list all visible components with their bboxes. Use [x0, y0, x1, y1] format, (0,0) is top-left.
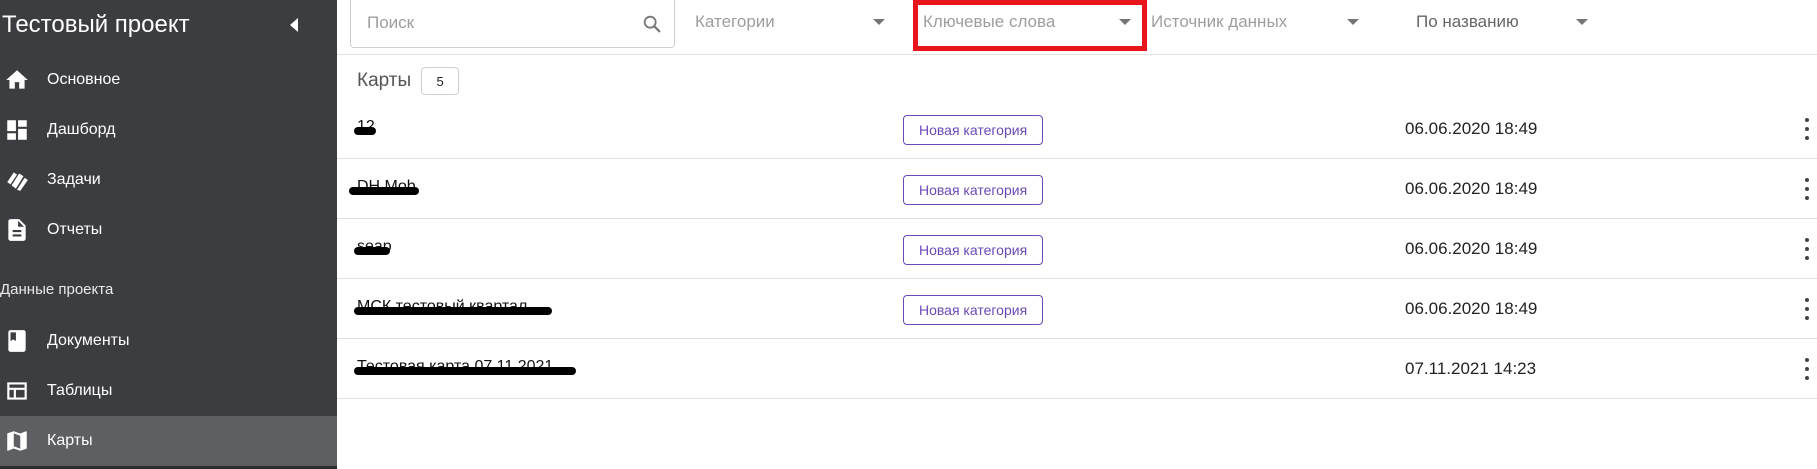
table-row[interactable]: Тестовая карта 07.11.2021 07.11.2021 14:…: [337, 339, 1817, 399]
row-date: 06.06.2020 18:49: [1405, 119, 1538, 138]
row-date: 06.06.2020 18:49: [1405, 239, 1538, 258]
sidebar-item-tables[interactable]: Таблицы: [0, 366, 337, 416]
report-icon: [4, 217, 30, 243]
count-badge: 5: [421, 67, 460, 95]
categories-dropdown[interactable]: Категории: [695, 0, 895, 48]
table-row[interactable]: DH Mob Новая категория 06.06.2020 18:49: [337, 159, 1817, 219]
redaction-mark: [354, 127, 376, 135]
sort-dropdown[interactable]: По названию: [1416, 0, 1616, 48]
redaction-mark: [354, 367, 576, 375]
search-icon[interactable]: [641, 13, 663, 35]
row-date: 07.11.2021 14:23: [1405, 359, 1537, 378]
sidebar-item-label: Карты: [47, 432, 93, 449]
cards-header: Карты 5: [357, 66, 460, 96]
dropdown-label: По названию: [1416, 12, 1519, 31]
sidebar-item-reports[interactable]: Отчеты: [0, 205, 337, 255]
keywords-dropdown[interactable]: Ключевые слова: [923, 0, 1135, 48]
dropdown-label: Ключевые слова: [923, 12, 1056, 31]
sidebar-item-label: Задачи: [47, 171, 101, 188]
project-title: Тестовый проект: [2, 11, 190, 38]
sidebar-item-tasks[interactable]: Задачи: [0, 155, 337, 205]
category-tag[interactable]: Новая категория: [903, 235, 1044, 265]
search-box[interactable]: [350, 0, 675, 48]
table-icon: [4, 378, 30, 404]
page-title: Карты: [357, 70, 412, 91]
more-vert-icon[interactable]: [1798, 175, 1816, 203]
sidebar-item-dashboard[interactable]: Дашборд: [0, 105, 337, 155]
more-vert-icon[interactable]: [1798, 295, 1816, 323]
caret-down-icon: [1119, 19, 1131, 25]
redaction-mark: [354, 307, 552, 315]
sidebar-item-maps[interactable]: Карты: [0, 416, 337, 466]
more-vert-icon[interactable]: [1798, 355, 1816, 383]
chevron-left-icon[interactable]: [290, 18, 298, 32]
redaction-mark: [349, 187, 419, 195]
category-tag[interactable]: Новая категория: [903, 115, 1044, 145]
sidebar-header: Тестовый проект: [0, 0, 337, 52]
sidebar-item-label: Документы: [47, 332, 130, 349]
caret-down-icon: [873, 19, 885, 25]
table-row[interactable]: МСК тестовый квартал Новая категория 06.…: [337, 279, 1817, 339]
tasks-icon: [4, 167, 30, 193]
app-root: Тестовый проект Основное Дашборд Задачи …: [0, 0, 1817, 469]
data-source-dropdown[interactable]: Источник данных: [1151, 0, 1371, 48]
row-date: 06.06.2020 18:49: [1405, 299, 1538, 318]
sidebar-item-documents[interactable]: Документы: [0, 316, 337, 366]
caret-down-icon: [1347, 19, 1359, 25]
section-label: Данные проекта: [0, 281, 114, 298]
filter-bar: Категории Ключевые слова Источник данных…: [337, 0, 1817, 55]
row-date: 06.06.2020 18:49: [1405, 179, 1538, 198]
sidebar-item-label: Дашборд: [47, 121, 116, 138]
dashboard-icon: [4, 117, 30, 143]
dropdown-label: Источник данных: [1151, 12, 1288, 31]
sidebar-item-label: Основное: [47, 71, 121, 88]
category-tag[interactable]: Новая категория: [903, 175, 1044, 205]
redaction-mark: [354, 247, 390, 255]
cards-list: Карты 5 12 Новая категория 06.06.2020 18…: [337, 56, 1817, 469]
sidebar-item-label: Таблицы: [47, 382, 113, 399]
home-icon: [4, 67, 30, 93]
more-vert-icon[interactable]: [1798, 235, 1816, 263]
sidebar-item-label: Отчеты: [47, 221, 103, 238]
more-vert-icon[interactable]: [1798, 115, 1816, 143]
search-input[interactable]: [367, 11, 617, 35]
table-row[interactable]: 12 Новая категория 06.06.2020 18:49: [337, 99, 1817, 159]
map-icon: [4, 428, 30, 454]
caret-down-icon: [1576, 19, 1588, 25]
sidebar: Тестовый проект Основное Дашборд Задачи …: [0, 0, 337, 469]
table-row[interactable]: seap Новая категория 06.06.2020 18:49: [337, 219, 1817, 279]
document-icon: [4, 328, 30, 354]
sidebar-item-main[interactable]: Основное: [0, 55, 337, 105]
dropdown-label: Категории: [695, 12, 775, 31]
category-tag[interactable]: Новая категория: [903, 295, 1044, 325]
